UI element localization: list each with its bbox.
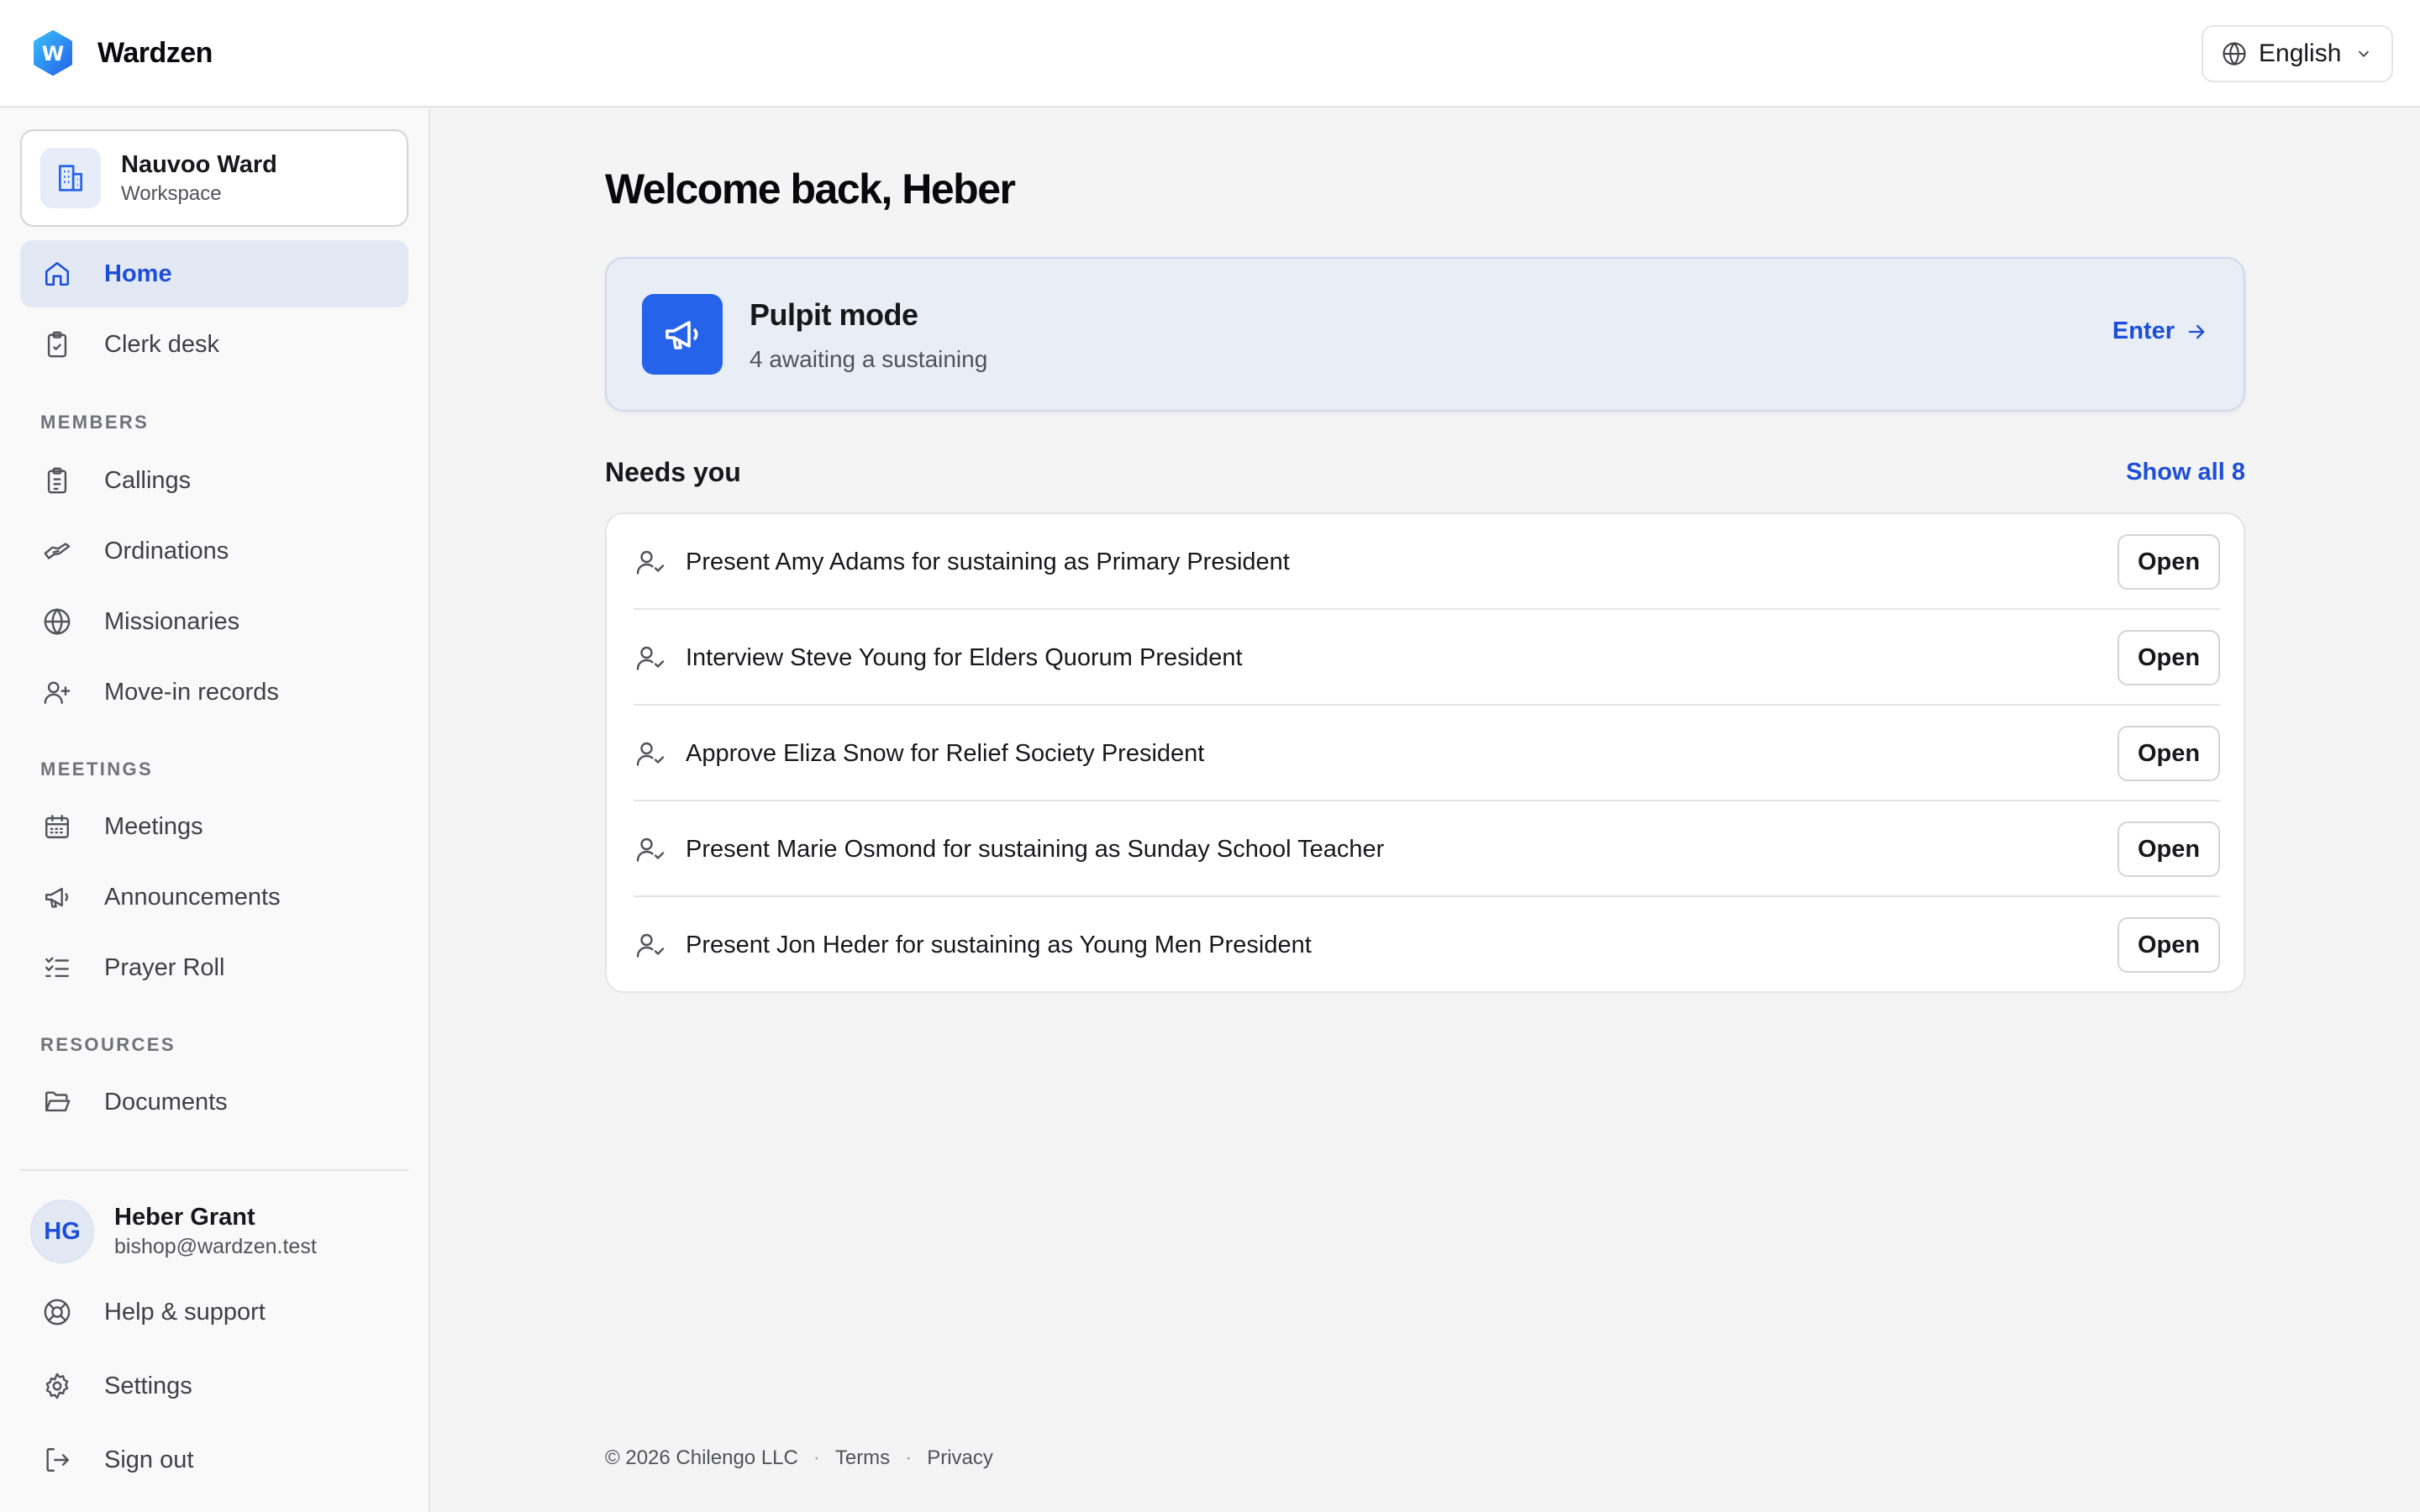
list-item: Interview Steve Young for Elders Quorum …: [634, 610, 2220, 706]
language-label: English: [2259, 39, 2342, 67]
sidebar-item-label: Clerk desk: [104, 330, 219, 358]
user-check-icon: [634, 737, 667, 770]
sidebar-item-help-support[interactable]: Help & support: [20, 1278, 408, 1346]
pulpit-subtitle: 4 awaiting a sustaining: [750, 346, 988, 372]
workspace-name: Nauvoo Ward: [121, 151, 277, 178]
globe-icon: [2222, 41, 2247, 66]
workspace-subtitle: Workspace: [121, 182, 222, 205]
open-button[interactable]: Open: [2118, 822, 2220, 877]
sidebar-item-clerk-desk[interactable]: Clerk desk: [20, 311, 408, 378]
gear-icon: [40, 1369, 74, 1403]
life-buoy-icon: [40, 1295, 74, 1329]
enter-label: Enter: [2112, 318, 2175, 344]
sidebar-item-label: Move-in records: [104, 678, 279, 706]
chevron-down-icon: [2354, 45, 2373, 63]
user-check-icon: [634, 928, 667, 962]
show-all-link[interactable]: Show all 8: [2126, 459, 2245, 486]
user-check-icon: [634, 832, 667, 866]
log-out-icon: [40, 1443, 74, 1477]
sidebar-item-missionaries[interactable]: Missionaries: [20, 588, 408, 655]
footer: © 2026 Chilengo LLC · Terms · Privacy: [605, 1446, 993, 1470]
folder-open-icon: [40, 1085, 74, 1119]
sidebar-item-label: Meetings: [104, 812, 203, 840]
open-button[interactable]: Open: [2118, 534, 2220, 590]
sidebar-item-label: Home: [104, 260, 172, 287]
megaphone-icon: [642, 294, 723, 375]
sidebar-item-settings[interactable]: Settings: [20, 1352, 408, 1420]
building-icon: [40, 148, 101, 208]
list-check-icon: [40, 951, 74, 984]
task-text: Present Marie Osmond for sustaining as S…: [686, 835, 1385, 863]
sidebar-item-callings[interactable]: Callings: [20, 447, 408, 514]
task-text: Present Jon Heder for sustaining as Youn…: [686, 931, 1312, 958]
sidebar-item-label: Prayer Roll: [104, 953, 225, 981]
hand-icon: [40, 534, 74, 568]
task-text: Present Amy Adams for sustaining as Prim…: [686, 548, 1290, 575]
enter-pulpit-link[interactable]: Enter: [2112, 318, 2208, 345]
list-item: Approve Eliza Snow for Relief Society Pr…: [634, 706, 2220, 801]
section-label-resources: RESOURCES: [40, 1034, 176, 1055]
open-button[interactable]: Open: [2118, 726, 2220, 781]
megaphone-icon: [40, 880, 74, 914]
user-check-icon: [634, 641, 667, 675]
brand[interactable]: W Wardzen: [32, 30, 213, 76]
globe-icon: [40, 605, 74, 638]
task-text: Approve Eliza Snow for Relief Society Pr…: [686, 739, 1205, 767]
sidebar-item-label: Help & support: [104, 1298, 266, 1326]
calendar-icon: [40, 810, 74, 843]
sidebar-item-home[interactable]: Home: [20, 240, 408, 307]
section-label-members: MEMBERS: [40, 412, 150, 433]
terms-link[interactable]: Terms: [835, 1446, 890, 1470]
sidebar-item-sign-out[interactable]: Sign out: [20, 1426, 408, 1494]
list-item: Present Amy Adams for sustaining as Prim…: [634, 514, 2220, 610]
sidebar-divider: [20, 1169, 408, 1171]
list-item: Present Jon Heder for sustaining as Youn…: [634, 897, 2220, 993]
sidebar-item-label: Ordinations: [104, 537, 229, 564]
needs-you-list: Present Amy Adams for sustaining as Prim…: [605, 512, 2245, 993]
sidebar-item-label: Announcements: [104, 883, 281, 911]
sidebar-item-documents[interactable]: Documents: [20, 1068, 408, 1136]
sidebar-item-prayer-roll[interactable]: Prayer Roll: [20, 934, 408, 1001]
clipboard-check-icon: [40, 328, 74, 361]
avatar: HG: [30, 1200, 94, 1263]
top-bar: W Wardzen English: [0, 0, 2420, 108]
footer-separator: ·: [905, 1446, 913, 1469]
sidebar-item-label: Settings: [104, 1372, 192, 1399]
page-title: Welcome back, Heber: [605, 165, 1016, 213]
privacy-link[interactable]: Privacy: [927, 1446, 993, 1470]
clipboard-list-icon: [40, 464, 74, 497]
workspace-switcher[interactable]: Nauvoo Ward Workspace: [20, 129, 408, 227]
home-icon: [40, 257, 74, 291]
sidebar-item-label: Documents: [104, 1088, 228, 1116]
svg-text:W: W: [42, 42, 64, 66]
pulpit-mode-card[interactable]: Pulpit mode 4 awaiting a sustaining Ente…: [605, 257, 2245, 412]
sidebar-item-move-in-records[interactable]: Move-in records: [20, 659, 408, 726]
pulpit-title: Pulpit mode: [750, 297, 918, 332]
sidebar-item-label: Callings: [104, 466, 192, 494]
wardzen-logo-icon: W: [34, 30, 72, 76]
needs-you-heading: Needs you: [605, 457, 741, 487]
section-label-meetings: MEETINGS: [40, 759, 154, 780]
sidebar-item-label: Missionaries: [104, 607, 240, 635]
brand-name: Wardzen: [97, 36, 213, 69]
user-plus-icon: [40, 675, 74, 709]
list-item: Present Marie Osmond for sustaining as S…: [634, 801, 2220, 897]
user-check-icon: [634, 545, 667, 579]
sidebar-item-ordinations[interactable]: Ordinations: [20, 517, 408, 585]
user-profile[interactable]: HG Heber Grant bishop@wardzen.test: [30, 1198, 317, 1265]
sidebar: Nauvoo Ward Workspace Home Clerk desk ME…: [0, 109, 430, 1512]
sidebar-item-announcements[interactable]: Announcements: [20, 864, 408, 931]
task-text: Interview Steve Young for Elders Quorum …: [686, 643, 1243, 671]
sidebar-item-meetings[interactable]: Meetings: [20, 793, 408, 860]
language-selector[interactable]: English: [2202, 25, 2393, 82]
sidebar-item-label: Sign out: [104, 1446, 194, 1473]
footer-separator: ·: [813, 1446, 820, 1469]
user-name: Heber Grant: [114, 1204, 255, 1231]
copyright: © 2026 Chilengo LLC: [605, 1446, 798, 1469]
arrow-right-icon: [2185, 320, 2208, 344]
user-email: bishop@wardzen.test: [114, 1235, 317, 1258]
open-button[interactable]: Open: [2118, 630, 2220, 685]
open-button[interactable]: Open: [2118, 917, 2220, 973]
